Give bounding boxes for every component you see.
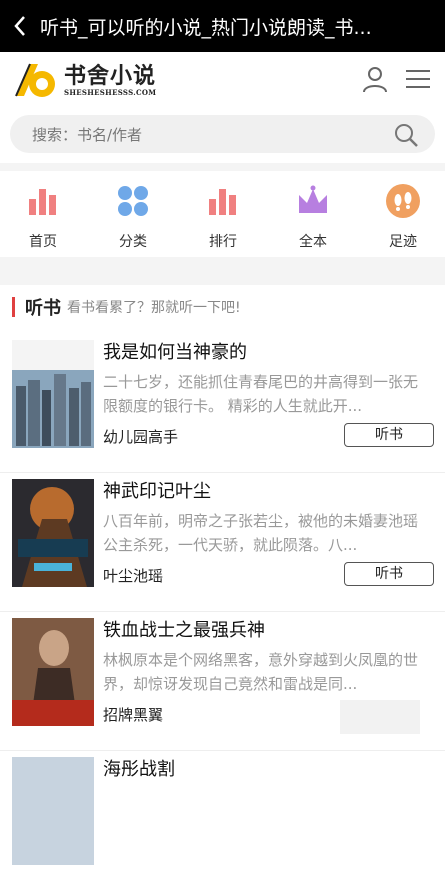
- page-title: 听书_可以听的小说_热门小说朗读_书...: [40, 16, 372, 39]
- book-description: 林枫原本是个网络黑客，意外穿越到火凤凰的世界，却惊讶发现自己竟然和雷战是同...: [103, 651, 419, 693]
- book-list-item[interactable]: 我是如何当神豪的 二十七岁，还能抓住青春尾巴的井高得到一张无限额度的银行卡。 精…: [0, 334, 445, 473]
- section-subtitle: 看书看累了？那就听一下吧!: [67, 300, 241, 316]
- nav-label: 全本: [299, 234, 327, 250]
- nav-item-history[interactable]: 足迹: [373, 183, 433, 253]
- book-list-item[interactable]: 海彤战割: [0, 751, 445, 889]
- divider: [0, 257, 445, 285]
- book-cover[interactable]: [12, 479, 94, 587]
- section-accent-bar: [12, 297, 15, 317]
- book-title[interactable]: 神武印记叶尘: [103, 477, 211, 503]
- section-header: 听书 看书看累了？那就听一下吧!: [12, 295, 241, 319]
- book-description: 二十七岁，还能抓住青春尾巴的井高得到一张无限额度的银行卡。 精彩的人生就此开..…: [103, 373, 419, 415]
- listen-button[interactable]: 听书: [344, 423, 434, 447]
- site-header: 书舍小说 SHESHESHESSS.COM: [0, 52, 445, 108]
- book-cover[interactable]: [12, 757, 94, 865]
- nav-item-ranking[interactable]: 排行: [193, 183, 253, 253]
- nav-label: 分类: [119, 234, 147, 250]
- search-icon[interactable]: [393, 122, 419, 148]
- listen-button[interactable]: 听书: [344, 562, 434, 586]
- nav-item-complete[interactable]: 全本: [283, 183, 343, 253]
- logo-text: 书舍小说: [64, 64, 157, 89]
- book-title[interactable]: 海彤战割: [103, 755, 175, 781]
- section-title: 听书: [25, 298, 61, 319]
- top-bar: 听书_可以听的小说_热门小说朗读_书...: [0, 0, 445, 52]
- book-title[interactable]: 铁血战士之最强兵神: [103, 616, 265, 642]
- chevron-left-icon: [14, 16, 25, 36]
- site-logo[interactable]: 书舍小说 SHESHESHESSS.COM: [12, 58, 182, 104]
- book-cover-image: [12, 479, 94, 587]
- book-cover-image: [12, 340, 94, 448]
- search-input[interactable]: 搜索：书名/作者: [10, 115, 435, 153]
- book-cover-image: [12, 757, 94, 865]
- hamburger-icon: [406, 70, 430, 88]
- book-description: 八百年前，明帝之子张若尘，被他的未婚妻池瑶公主杀死，一代天骄，就此陨落。八...: [103, 512, 419, 554]
- book-title[interactable]: 我是如何当神豪的: [103, 338, 247, 364]
- user-button[interactable]: [360, 64, 390, 94]
- back-button[interactable]: [0, 0, 40, 52]
- bar-chart-icon: [29, 189, 56, 215]
- logo-subtext: SHESHESHESSS.COM: [64, 88, 157, 97]
- footprint-icon: [386, 184, 420, 218]
- book-cover[interactable]: [12, 618, 94, 726]
- category-nav: 首页 分类 排行 全本 足迹: [0, 171, 445, 257]
- user-icon: [363, 67, 387, 93]
- search-placeholder: 搜索：书名/作者: [32, 126, 143, 144]
- nav-label: 足迹: [389, 234, 417, 250]
- logo-mark-icon: [15, 63, 55, 97]
- menu-button[interactable]: [404, 66, 432, 92]
- overlay-placeholder: [340, 700, 420, 734]
- nav-item-category[interactable]: 分类: [103, 183, 163, 253]
- nav-item-home[interactable]: 首页: [13, 183, 73, 253]
- book-cover-image: [12, 618, 94, 726]
- book-author[interactable]: 叶尘池瑶: [103, 565, 163, 586]
- book-author[interactable]: 幼儿园高手: [103, 426, 178, 447]
- nav-label: 排行: [209, 234, 237, 250]
- grid-dots-icon: [118, 186, 148, 216]
- divider: [0, 163, 445, 171]
- bar-chart-icon: [209, 189, 236, 215]
- book-list-item[interactable]: 神武印记叶尘 八百年前，明帝之子张若尘，被他的未婚妻池瑶公主杀死，一代天骄，就此…: [0, 473, 445, 612]
- crown-icon: [299, 185, 327, 213]
- book-cover[interactable]: [12, 340, 94, 448]
- book-author[interactable]: 招牌黑翼: [103, 704, 163, 725]
- nav-label: 首页: [29, 234, 57, 250]
